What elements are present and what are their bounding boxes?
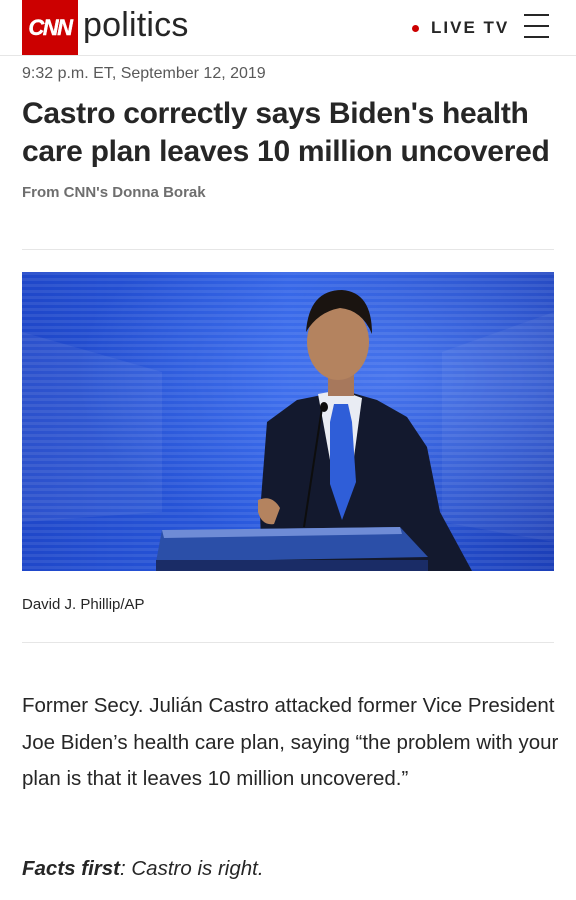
- article-photo[interactable]: [22, 272, 554, 571]
- headline: Castro correctly says Biden's health car…: [22, 97, 550, 168]
- byline: From CNN's Donna Borak: [22, 184, 206, 201]
- cnn-logo[interactable]: CNN: [22, 0, 78, 55]
- timestamp: 9:32 p.m. ET, September 12, 2019: [22, 65, 266, 82]
- hamburger-menu-icon[interactable]: [524, 14, 549, 40]
- divider: [22, 642, 554, 643]
- site-header: CNN politics LIVE TV: [0, 0, 576, 56]
- cnn-logo-text: CNN: [28, 14, 73, 40]
- live-tv-label: LIVE TV: [431, 18, 510, 37]
- facts-first-label: Facts first: [22, 857, 120, 880]
- live-dot-icon: [412, 24, 419, 32]
- article-body: Former Secy. Julián Castro attacked form…: [22, 694, 559, 790]
- facts-first: Facts first: Castro is right.: [22, 857, 264, 881]
- divider: [22, 249, 554, 250]
- photo-credit: David J. Phillip/AP: [22, 596, 145, 613]
- live-tv-link[interactable]: LIVE TV: [412, 18, 509, 38]
- facts-first-text: : Castro is right.: [119, 857, 264, 880]
- section-name[interactable]: politics: [83, 6, 189, 45]
